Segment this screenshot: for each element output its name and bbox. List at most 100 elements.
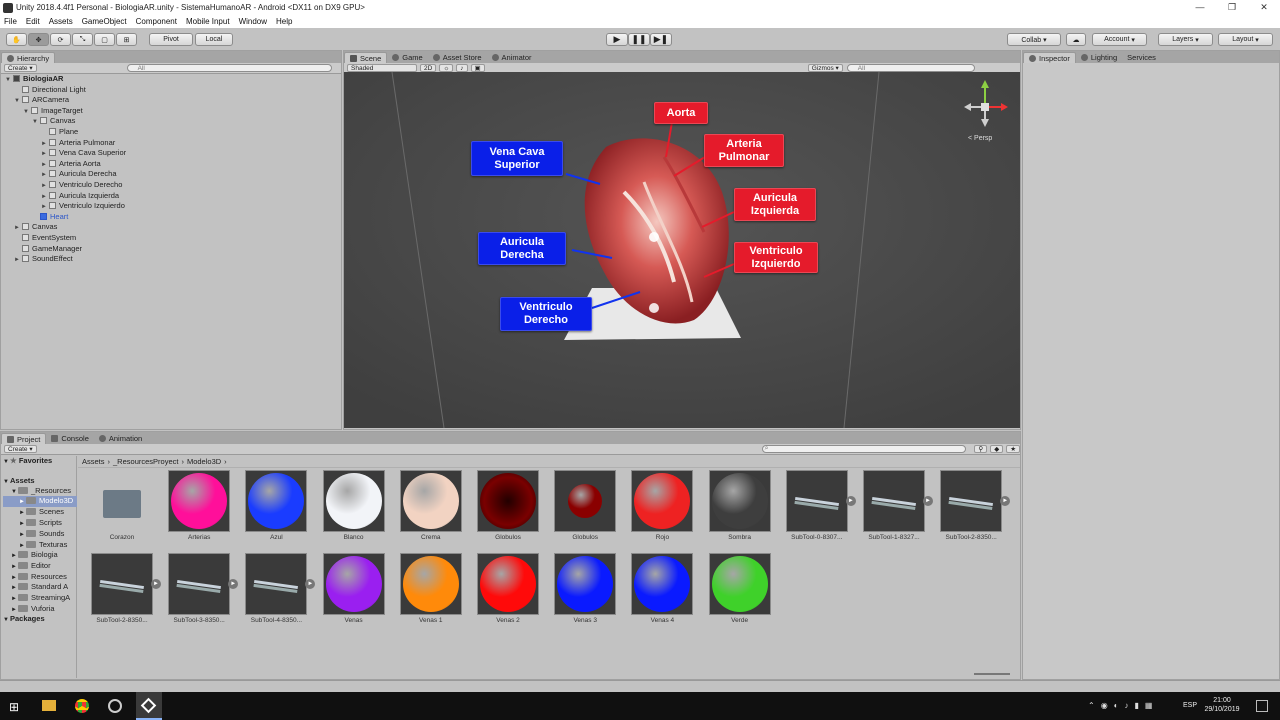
- hierarchy-create-button[interactable]: Create ▾: [4, 64, 37, 72]
- scale-tool-button[interactable]: ⤡: [72, 33, 93, 46]
- asset-item[interactable]: Venas 1: [399, 553, 463, 624]
- project-tree-item[interactable]: ► Biologia: [3, 550, 77, 561]
- menu-component[interactable]: Component: [136, 17, 177, 26]
- step-button[interactable]: ▶❚: [650, 33, 672, 46]
- asset-item[interactable]: Verde: [708, 553, 772, 624]
- asset-item[interactable]: Venas 4: [630, 553, 694, 624]
- 2d-toggle[interactable]: 2D: [420, 64, 437, 72]
- hierarchy-item[interactable]: ► Canvas: [1, 222, 341, 233]
- perspective-label[interactable]: < Persp: [968, 135, 992, 142]
- tab-asset-store[interactable]: Asset Store: [428, 52, 487, 63]
- expand-icon[interactable]: ►: [151, 579, 161, 589]
- asset-item[interactable]: Globulos: [476, 470, 540, 541]
- project-tree-item[interactable]: ► Standard A: [3, 582, 77, 593]
- layers-dropdown[interactable]: Layers ▾: [1158, 33, 1213, 46]
- project-tree-item[interactable]: ► Texturas: [3, 540, 77, 551]
- project-search-input[interactable]: ⌕: [761, 445, 967, 453]
- tree-arrow-icon[interactable]: ▼: [3, 457, 10, 467]
- menu-file[interactable]: File: [4, 17, 17, 26]
- tab-scene[interactable]: Scene: [344, 52, 388, 63]
- project-tree-item[interactable]: ► Vuforia: [3, 604, 77, 615]
- asset-item[interactable]: Venas: [322, 553, 386, 624]
- breadcrumb-resources[interactable]: _ResourcesProyect: [113, 457, 178, 466]
- tab-game[interactable]: Game: [387, 52, 427, 63]
- project-tree-item[interactable]: ► Resources: [3, 572, 77, 583]
- local-toggle[interactable]: Local: [195, 33, 233, 46]
- hierarchy-item[interactable]: ▼ ImageTarget: [1, 106, 341, 117]
- transform-tool-button[interactable]: ⊞: [116, 33, 137, 46]
- collab-button[interactable]: Collab ▾: [1007, 33, 1061, 46]
- hierarchy-item[interactable]: ▼ BiologiaAR: [1, 74, 341, 85]
- hierarchy-item[interactable]: ▼ Canvas: [1, 116, 341, 127]
- project-tree-item[interactable]: ► Modelo3D: [3, 496, 77, 507]
- tree-arrow-icon[interactable]: ►: [19, 530, 26, 540]
- gizmos-dropdown[interactable]: Gizmos ▾: [807, 64, 843, 72]
- move-tool-button[interactable]: ✥: [28, 33, 49, 46]
- hierarchy-item[interactable]: ► Auricula Izquierda: [1, 191, 341, 202]
- hierarchy-item[interactable]: GameManager: [1, 244, 341, 255]
- layout-dropdown[interactable]: Layout ▾: [1218, 33, 1273, 46]
- project-tree-item[interactable]: ▼★ Favorites: [3, 456, 77, 467]
- project-tree-item[interactable]: ▼Assets: [3, 476, 77, 487]
- scene-viewport[interactable]: < Persp Aorta Arteria Pulmonar Auricula …: [344, 72, 1020, 428]
- hierarchy-item[interactable]: ► Arteria Aorta: [1, 159, 341, 170]
- menu-assets[interactable]: Assets: [49, 17, 73, 26]
- asset-item[interactable]: Azul: [244, 470, 308, 541]
- asset-item[interactable]: Corazon: [90, 470, 154, 541]
- maximize-button[interactable]: ❐: [1216, 0, 1248, 15]
- hierarchy-item[interactable]: EventSystem: [1, 233, 341, 244]
- asset-item[interactable]: Blanco: [322, 470, 386, 541]
- play-button[interactable]: ▶: [606, 33, 628, 46]
- tab-services[interactable]: Services: [1122, 52, 1161, 63]
- minimize-button[interactable]: —: [1184, 0, 1216, 15]
- expand-icon[interactable]: ►: [305, 579, 316, 589]
- hand-tool-button[interactable]: ✋: [6, 33, 27, 46]
- scene-search-input[interactable]: All: [846, 64, 975, 72]
- expand-icon[interactable]: ►: [923, 496, 933, 506]
- pause-button[interactable]: ❚❚: [628, 33, 650, 46]
- tab-hierarchy[interactable]: Hierarchy: [1, 52, 56, 63]
- menu-help[interactable]: Help: [276, 17, 292, 26]
- asset-item[interactable]: Rojo: [630, 470, 694, 541]
- asset-item[interactable]: ► SubTool-3-8350...: [167, 553, 239, 624]
- hierarchy-search-input[interactable]: All: [126, 64, 332, 72]
- app-icon[interactable]: [108, 699, 122, 713]
- project-tree-item[interactable]: ► Scripts: [3, 518, 77, 529]
- hierarchy-item[interactable]: ► SoundEffect: [1, 254, 341, 265]
- tree-arrow-icon[interactable]: ▼: [3, 615, 10, 625]
- breadcrumb-assets[interactable]: Assets: [82, 457, 105, 466]
- tree-arrow-icon[interactable]: ►: [11, 583, 18, 593]
- collapsed-arrow-icon[interactable]: ►: [14, 255, 22, 266]
- system-tray-icons[interactable]: ⌃◉◐♪▮▦: [1088, 701, 1158, 710]
- rect-tool-button[interactable]: ▢: [94, 33, 115, 46]
- menu-edit[interactable]: Edit: [26, 17, 40, 26]
- project-tree-item[interactable]: ► Sounds: [3, 529, 77, 540]
- project-tree-item[interactable]: ► Scenes: [3, 507, 77, 518]
- asset-item[interactable]: ► SubTool-0-8307...: [785, 470, 856, 541]
- asset-item[interactable]: Sombra: [708, 470, 772, 541]
- tab-console[interactable]: Console: [46, 433, 94, 444]
- windows-start-icon[interactable]: ⊞: [9, 700, 19, 714]
- tree-arrow-icon[interactable]: ►: [11, 562, 18, 572]
- file-explorer-icon[interactable]: [42, 700, 56, 711]
- chrome-icon[interactable]: [75, 699, 89, 713]
- effects-toggle[interactable]: ▣: [470, 64, 485, 72]
- asset-item[interactable]: Venas 2: [476, 553, 540, 624]
- language-indicator[interactable]: ESP: [1183, 702, 1197, 709]
- asset-item[interactable]: Globulos: [553, 470, 617, 541]
- asset-item[interactable]: Arterias: [167, 470, 231, 541]
- lighting-toggle[interactable]: ☼: [439, 64, 454, 72]
- pivot-toggle[interactable]: Pivot: [149, 33, 193, 46]
- hierarchy-item[interactable]: Heart: [1, 212, 341, 223]
- hierarchy-item[interactable]: ► Arteria Pulmonar: [1, 138, 341, 149]
- hierarchy-item[interactable]: Directional Light: [1, 85, 341, 96]
- shading-mode-dropdown[interactable]: Shaded: [347, 64, 417, 72]
- project-create-button[interactable]: Create ▾: [4, 445, 37, 453]
- tab-lighting[interactable]: Lighting: [1076, 52, 1122, 63]
- hierarchy-item[interactable]: ▼ ARCamera: [1, 95, 341, 106]
- tab-inspector[interactable]: Inspector: [1023, 52, 1076, 63]
- breadcrumb-modelo3d[interactable]: Modelo3D: [187, 457, 221, 466]
- clock[interactable]: 21:00 29/10/2019: [1200, 696, 1244, 714]
- favorite-button[interactable]: ★: [1006, 445, 1021, 453]
- audio-toggle[interactable]: ♪: [456, 64, 468, 72]
